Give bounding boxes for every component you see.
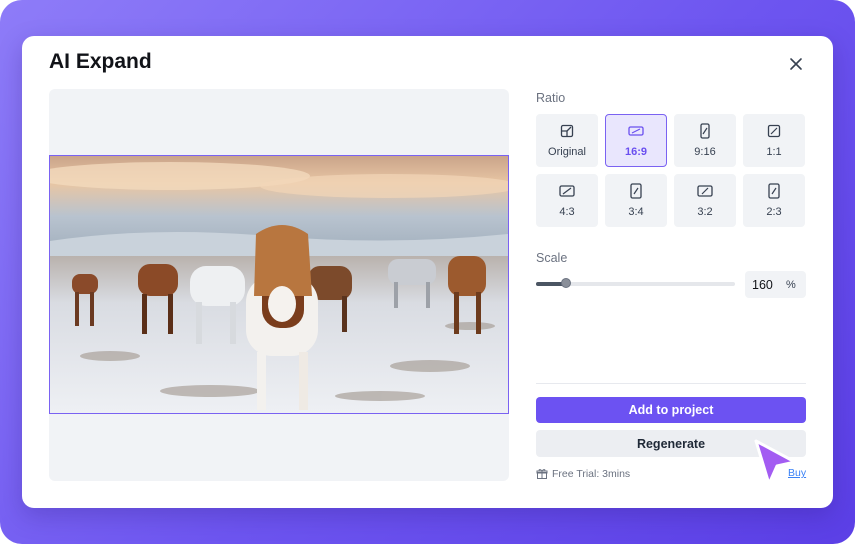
pointer-cursor-icon — [754, 439, 797, 486]
ratio-2-3-icon — [768, 183, 780, 199]
ratio-option-3-4[interactable]: 3:4 — [605, 174, 667, 227]
ratio-option-label: 4:3 — [559, 206, 575, 218]
ratio-16-9-icon — [628, 126, 644, 136]
ratio-option-3-2[interactable]: 3:2 — [674, 174, 736, 227]
ratio-option-9-16[interactable]: 9:16 — [674, 114, 736, 167]
preview-area — [49, 89, 509, 481]
ratio-3-2-icon — [697, 185, 713, 197]
scale-value-input[interactable]: 160 — [752, 278, 786, 292]
close-button[interactable] — [785, 53, 807, 75]
ratio-option-label: 3:2 — [697, 206, 713, 218]
ratio-option-original[interactable]: Original — [536, 114, 598, 167]
ratio-option-label: 2:3 — [766, 206, 782, 218]
close-icon — [790, 58, 802, 70]
ratio-option-label: 1:1 — [766, 146, 782, 158]
free-trial-text: Free Trial: 3mins — [552, 468, 631, 480]
background-frame: AI Expand Ratio Original 16:9 9:16 1:1 4… — [0, 0, 855, 544]
expanded-image — [49, 155, 509, 414]
add-to-project-button[interactable]: Add to project — [536, 397, 806, 423]
original-crop-icon — [560, 124, 574, 138]
ratio-options: Original 16:9 9:16 1:1 4:3 3:4 3:2 2:3 — [536, 114, 806, 227]
divider — [536, 383, 806, 384]
scale-slider[interactable] — [536, 278, 735, 288]
scale-slider-handle[interactable] — [560, 278, 571, 288]
gift-icon — [536, 468, 548, 479]
ratio-option-label: 9:16 — [694, 146, 716, 158]
ratio-option-label: 16:9 — [624, 146, 648, 158]
ratio-option-label: Original — [548, 146, 586, 158]
dialog-title: AI Expand — [49, 50, 152, 73]
scale-unit: % — [786, 278, 796, 291]
scale-input-box[interactable]: 160 % — [745, 271, 806, 298]
ratio-label: Ratio — [536, 91, 566, 105]
ratio-3-4-icon — [630, 183, 642, 199]
ai-expand-dialog: AI Expand Ratio Original 16:9 9:16 1:1 4… — [22, 36, 833, 508]
horses-photo — [50, 156, 508, 413]
ratio-option-1-1[interactable]: 1:1 — [743, 114, 805, 167]
ratio-4-3-icon — [559, 185, 575, 197]
scale-label: Scale — [536, 251, 568, 265]
ratio-option-label: 3:4 — [628, 206, 644, 218]
ratio-option-2-3[interactable]: 2:3 — [743, 174, 805, 227]
ratio-1-1-icon — [767, 124, 781, 138]
ratio-option-4-3[interactable]: 4:3 — [536, 174, 598, 227]
ratio-9-16-icon — [700, 123, 710, 139]
free-trial-info: Free Trial: 3mins — [536, 466, 630, 482]
ratio-option-16-9[interactable]: 16:9 — [605, 114, 667, 167]
